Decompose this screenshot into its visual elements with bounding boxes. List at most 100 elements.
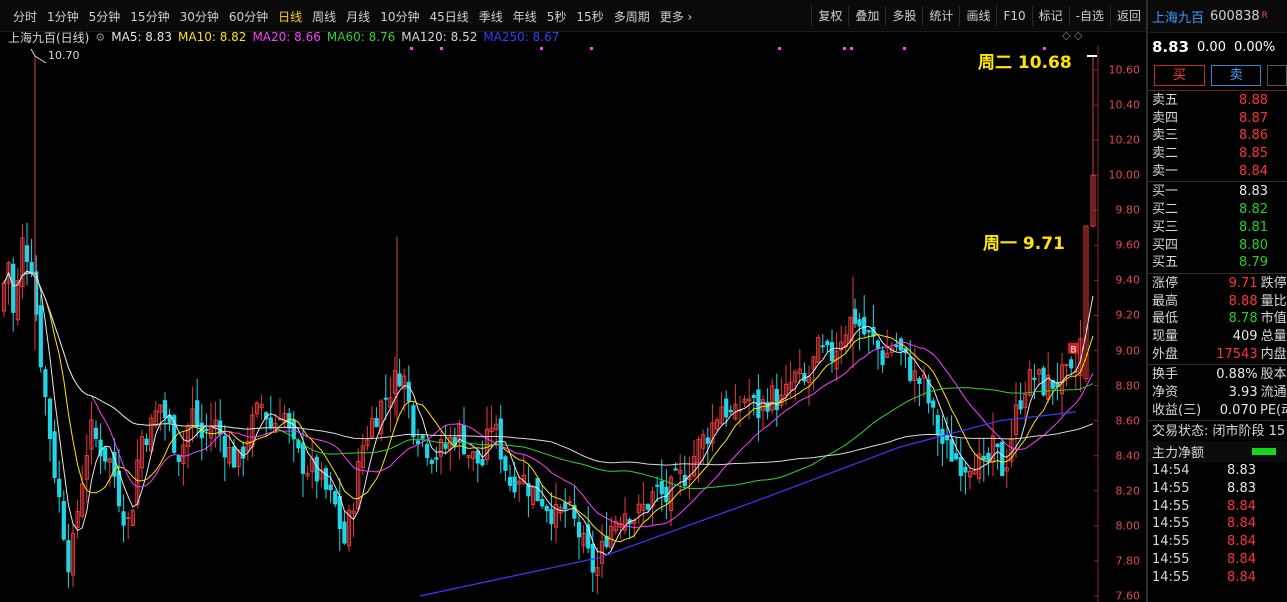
buy-signal-label: B: [1070, 345, 1076, 355]
stat-row: 外盘 17543 内盘: [1148, 346, 1287, 364]
candle-body: [981, 455, 986, 460]
tool-button-3[interactable]: 统计: [922, 6, 959, 26]
ask-row[interactable]: 卖四 8.87: [1148, 110, 1287, 128]
ask-row[interactable]: 卖五 8.88: [1148, 92, 1287, 110]
buy-button[interactable]: 买: [1154, 64, 1205, 86]
tick-row: 14:55 8.83: [1148, 480, 1287, 498]
stat-label: 收益(三): [1152, 402, 1202, 418]
tab-11[interactable]: 季线: [474, 8, 508, 26]
bid-row[interactable]: 买四 8.80: [1148, 237, 1287, 255]
signal-dot: [410, 47, 413, 50]
tool-button-0[interactable]: 复权: [811, 6, 848, 26]
candle-body: [411, 405, 416, 438]
tab-8[interactable]: 月线: [341, 8, 375, 26]
tool-button-7[interactable]: -自选: [1068, 6, 1110, 26]
tab-7[interactable]: 周线: [307, 8, 341, 26]
tab-6[interactable]: 日线: [273, 8, 307, 26]
tab-12[interactable]: 年线: [508, 8, 542, 26]
candle-body: [1069, 359, 1074, 369]
ask-row[interactable]: 卖一 8.84: [1148, 163, 1287, 181]
ask-book: 卖五 8.88 卖四 8.87 卖三 8.86 卖二 8.85 卖一 8.84: [1148, 92, 1287, 180]
divider: [1148, 272, 1287, 274]
sell-button[interactable]: 卖: [1210, 64, 1262, 86]
stat-row: 最高 8.88 量比: [1148, 293, 1287, 311]
tab-15[interactable]: 多周期: [609, 8, 655, 26]
settings-icon[interactable]: ⚙: [95, 31, 105, 44]
candle-body: [724, 398, 729, 418]
tab-2[interactable]: 5分钟: [84, 8, 126, 26]
candle-body: [563, 502, 568, 510]
candle-body: [1000, 441, 1005, 477]
tab-16[interactable]: 更多 ›: [655, 8, 698, 26]
candle-body: [425, 444, 430, 459]
stock-name[interactable]: 上海九百: [1152, 7, 1204, 26]
candle-body: [852, 308, 858, 325]
tick-time: 14:55: [1152, 534, 1190, 550]
bid-row[interactable]: 买三 8.81: [1148, 219, 1287, 237]
signal-dot: [843, 47, 846, 50]
candle-body: [963, 466, 968, 473]
last-price: 8.83: [1152, 38, 1190, 56]
ask-row[interactable]: 卖三 8.86: [1148, 127, 1287, 145]
tool-button-2[interactable]: 多股: [885, 6, 922, 26]
candle-body: [931, 400, 936, 408]
tab-9[interactable]: 10分钟: [375, 8, 424, 26]
ask-row[interactable]: 卖二 8.85: [1148, 145, 1287, 163]
candle-body: [287, 413, 292, 429]
candle-body: [949, 439, 954, 462]
candle-body: [103, 447, 108, 462]
tool-button-4[interactable]: 画线: [959, 6, 996, 26]
bid-row[interactable]: 买一 8.83: [1148, 183, 1287, 201]
candle-body: [774, 388, 779, 410]
tool-button-6[interactable]: 标记: [1031, 6, 1069, 26]
bid-label: 买三: [1152, 219, 1179, 235]
tab-0[interactable]: 分时: [8, 8, 42, 26]
stat-value: 0.070: [1219, 402, 1257, 418]
tool-button-5[interactable]: F10: [996, 6, 1031, 26]
axis-tick-label: 8.20: [1115, 484, 1141, 498]
tab-4[interactable]: 30分钟: [175, 8, 224, 26]
tick-list[interactable]: 14:54 8.83 14:55 8.83 14:55 8.84 14:55 8.84 14:5…: [1148, 462, 1287, 586]
axis-tick-label: 8.00: [1115, 519, 1141, 533]
tab-3[interactable]: 15分钟: [125, 8, 174, 26]
tab-5[interactable]: 60分钟: [224, 8, 273, 26]
price-axis: 10.60 10.40 10.20 10.00 9.80 9.60 9.40 9.20 9.00…: [1100, 45, 1146, 602]
tick-time: 14:55: [1152, 516, 1190, 532]
candle-body: [507, 476, 513, 486]
buy-signal-marker[interactable]: B: [1068, 342, 1079, 356]
tool-button-1[interactable]: 叠加: [848, 6, 885, 26]
net-flow-label: 主力净额: [1152, 446, 1205, 462]
stat-label: 外盘: [1152, 346, 1179, 362]
stat-label-2: 内盘: [1260, 346, 1287, 362]
bid-label: 买一: [1152, 184, 1179, 200]
ask-price: 8.86: [1239, 128, 1268, 144]
kline-chart[interactable]: B: [0, 45, 1100, 602]
tab-1[interactable]: 1分钟: [42, 8, 84, 26]
tab-14[interactable]: 15秒: [571, 8, 608, 26]
stat-value: 9.71: [1228, 275, 1258, 291]
candle-body: [57, 478, 62, 498]
more-trade-button[interactable]: [1267, 64, 1287, 86]
tab-13[interactable]: 5秒: [542, 8, 572, 26]
chart-tools: 复权 叠加 多股 统计 画线 F10 标记 -自选 返回: [811, 6, 1147, 26]
bid-row[interactable]: 买二 8.82: [1148, 201, 1287, 219]
axis-tick-label: 9.60: [1115, 238, 1141, 252]
candle-body: [29, 261, 34, 274]
candle-body: [480, 459, 485, 466]
bid-row[interactable]: 买五 8.79: [1148, 254, 1287, 272]
axis-tick-label: 7.80: [1115, 554, 1141, 568]
ma-legend-item: MA20: 8.66: [252, 30, 321, 44]
chart-corner-icons[interactable]: ◇ ◇: [1062, 29, 1082, 42]
candle-body: [995, 443, 1000, 448]
tab-10[interactable]: 45日线: [424, 8, 473, 26]
candle-body: [880, 350, 885, 366]
tool-button-8[interactable]: 返回: [1109, 6, 1147, 26]
candle-body: [328, 484, 333, 491]
candle-body: [958, 456, 963, 477]
period-tabs: 分时 1分钟 5分钟 15分钟 30分钟 60分钟 日线 周线 月线 10分钟 45日线 季线 年线 5秒…: [8, 8, 697, 26]
stock-code: 600838: [1210, 8, 1260, 24]
candle-body: [655, 484, 660, 487]
ma-legend-item: MA250: 8.67: [483, 30, 560, 44]
net-flow-row[interactable]: 主力净额: [1148, 441, 1287, 463]
candles: [1, 56, 1096, 595]
